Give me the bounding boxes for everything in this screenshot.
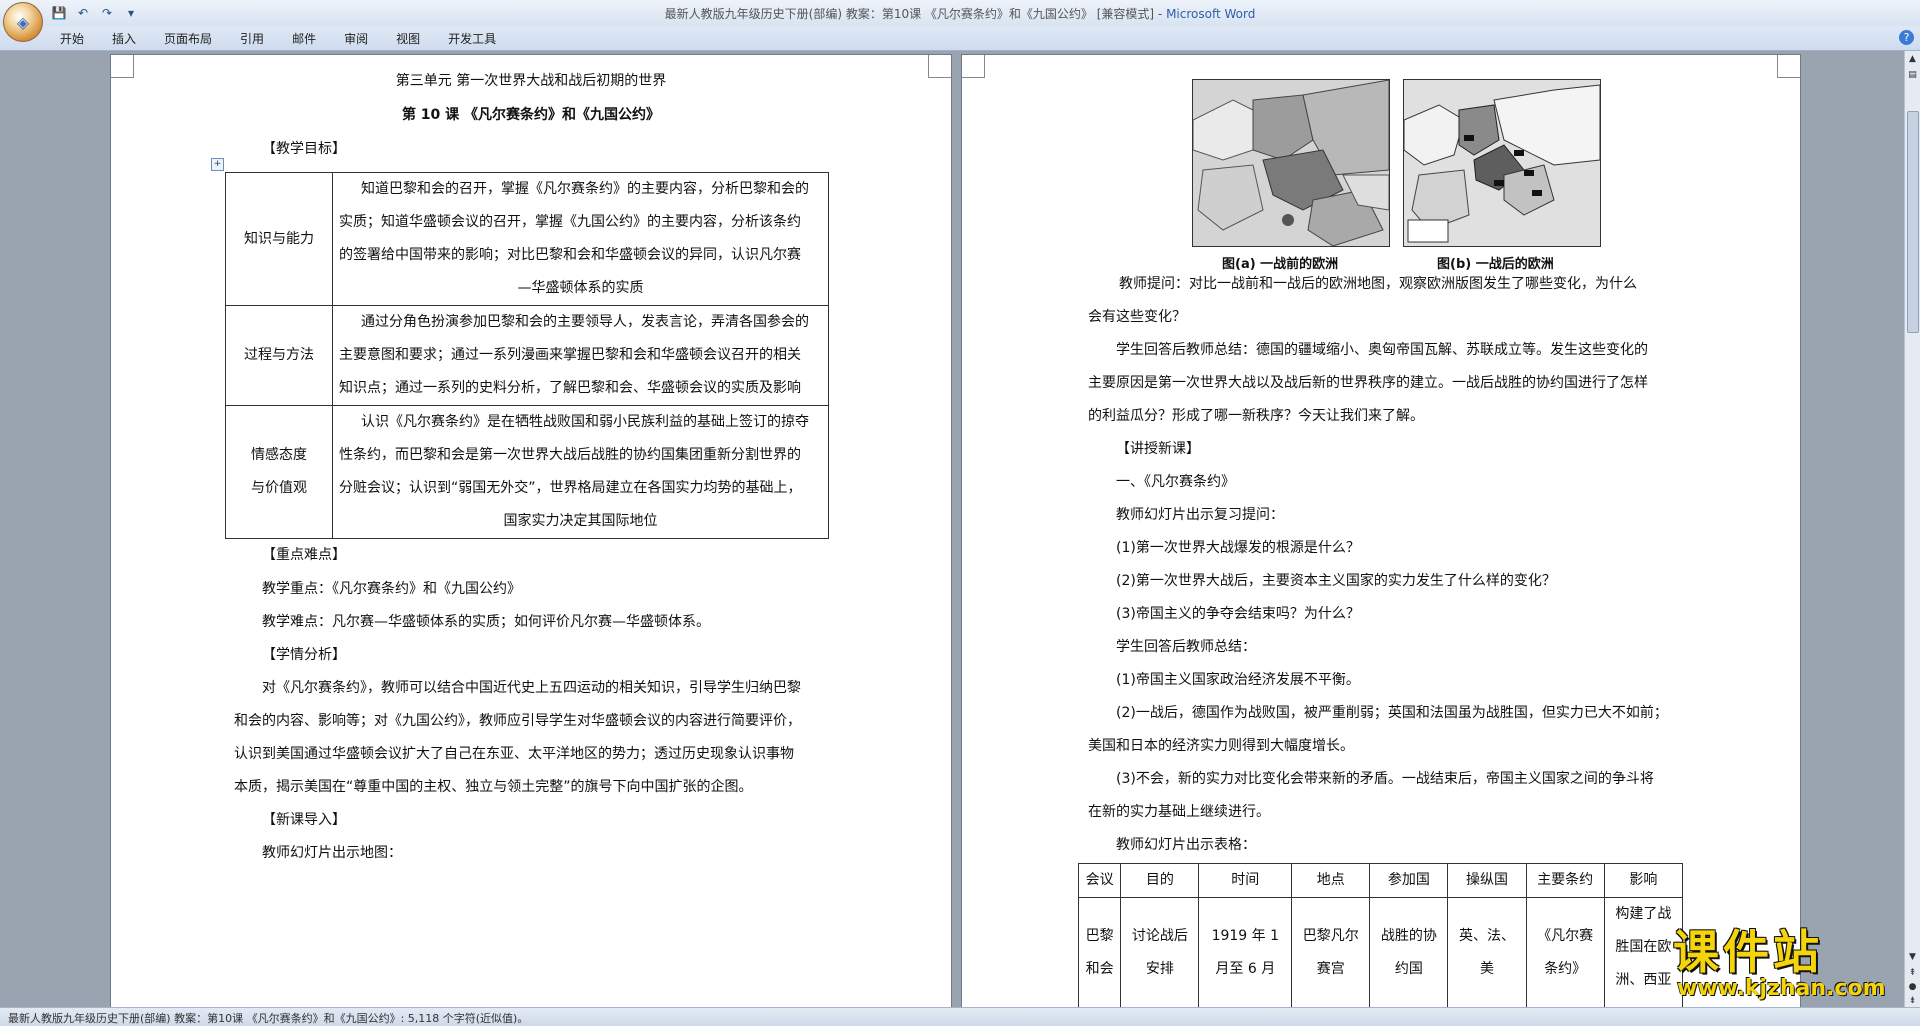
window-title: 最新人教版九年级历史下册(部编) 教案：第10课 《凡尔赛条约》和《九国公约》 …: [664, 7, 1256, 21]
tab-insert[interactable]: 插入: [112, 30, 136, 47]
tab-mailings[interactable]: 邮件: [292, 30, 316, 47]
scrollbar-thumb[interactable]: [1907, 111, 1919, 333]
answer-line: 在新的实力基础上继续进行。: [1088, 804, 1270, 820]
answer-intro: 学生回答后教师总结：: [1116, 639, 1256, 655]
table-header-cell: 操纵国: [1447, 863, 1527, 898]
intro-text: 教师幻灯片出示地图：: [262, 845, 402, 861]
table-row: 情感态度 与价值观 认识《凡尔赛条约》是在牺牲战败国和弱小民族利益的基础上签订的…: [225, 405, 829, 539]
tab-developer[interactable]: 开发工具: [448, 30, 496, 47]
goal-content-cell: 认识《凡尔赛条约》是在牺牲战败国和弱小民族利益的基础上签订的掠夺 性条约，而巴黎…: [332, 405, 829, 539]
summary-line: 学生回答后教师总结：德国的疆域缩小、奥匈帝国瓦解、苏联成立等。发生这些变化的: [1116, 342, 1648, 358]
table-header-cell: 影响: [1603, 863, 1684, 898]
review-question: (2)第一次世界大战后，主要资本主义国家的实力发生了什么样的变化？: [1116, 573, 1556, 589]
section-heading: 一、《凡尔赛条约》: [1116, 474, 1235, 490]
teaching-goals-table: 知识与能力 知道巴黎和会的召开，掌握《凡尔赛条约》的主要内容，分析巴黎和会的 实…: [225, 172, 829, 539]
difficulty-point: 教学难点：凡尔赛—华盛顿体系的实质；如何评价凡尔赛—华盛顿体系。: [262, 614, 710, 630]
table-row: 知识与能力 知道巴黎和会的召开，掌握《凡尔赛条约》的主要内容，分析巴黎和会的 实…: [225, 172, 829, 306]
unit-title: 第三单元 第一次世界大战和战后初期的世界: [395, 73, 667, 89]
review-intro: 教师幻灯片出示复习提问：: [1116, 507, 1284, 523]
table-cell: 《凡尔赛 条约》: [1525, 897, 1605, 1007]
key-point: 教学重点：《凡尔赛条约》和《九国公约》: [262, 581, 521, 597]
question-line: 会有这些变化？: [1088, 309, 1186, 325]
table-cell: 英、法、美: [1447, 897, 1527, 1007]
table-row: 过程与方法 通过分角色扮演参加巴黎和会的主要领导人，发表言论，弄清各国参会的 主…: [225, 305, 829, 406]
table-header-cell: 地点: [1291, 863, 1371, 898]
goal-heading: 【教学目标】: [262, 141, 346, 157]
table-header-cell: 时间: [1198, 863, 1293, 898]
map-europe-before-war: [1192, 79, 1390, 247]
office-button[interactable]: ◈: [3, 2, 43, 42]
document-page-left: 第三单元 第一次世界大战和战后初期的世界 第 10 课 《凡尔赛条约》和《九国公…: [111, 55, 951, 1007]
tab-view[interactable]: 视图: [396, 30, 420, 47]
answer-line: 美国和日本的经济实力则得到大幅度增长。: [1088, 738, 1354, 754]
goal-content-cell: 知道巴黎和会的召开，掌握《凡尔赛条约》的主要内容，分析巴黎和会的 实质；知道华盛…: [332, 172, 829, 306]
goal-label-cell: 知识与能力: [225, 172, 333, 306]
document-workspace: 第三单元 第一次世界大战和战后初期的世界 第 10 课 《凡尔赛条约》和《九国公…: [0, 51, 1905, 1007]
analysis-line: 认识到美国通过华盛顿会议扩大了自己在东亚、太平洋地区的势力；透过历史现象认识事物: [234, 746, 794, 762]
scroll-up-icon[interactable]: ▲: [1906, 53, 1919, 66]
analysis-line: 本质，揭示美国在“尊重中国的主权、独立与领土完整”的旗号下向中国扩张的企图。: [234, 779, 753, 795]
ribbon-tab-bar: 开始 插入 页面布局 引用 邮件 审阅 视图 开发工具 ?: [0, 26, 1920, 51]
table-header-cell: 主要条约: [1525, 863, 1605, 898]
answer-line: (2)一战后，德国作为战败国，被严重削弱；英国和法国虽为战胜国，但实力已大不如前…: [1116, 705, 1668, 721]
table-cell: 战胜的协 约国: [1369, 897, 1449, 1007]
review-question: (3)帝国主义的争夺会结束吗？为什么？: [1116, 606, 1360, 622]
table-cell: 讨论战后 安排: [1120, 897, 1200, 1007]
answer-line: (3)不会，新的实力对比变化会带来新的矛盾。一战结束后，帝国主义国家之间的争斗将: [1116, 771, 1654, 787]
summary-line: 主要原因是第一次世界大战以及战后新的世界秩序的建立。一战后战胜的协约国进行了怎样: [1088, 375, 1648, 391]
margin-mark: [1777, 55, 1800, 78]
goal-label-cell: 情感态度 与价值观: [225, 405, 333, 539]
margin-mark: [962, 55, 985, 78]
analysis-line: 对《凡尔赛条约》，教师可以结合中国近代史上五四运动的相关知识，引导学生归纳巴黎: [262, 680, 801, 696]
analysis-line: 和会的内容、影响等；对《九国公约》，教师应引导学生对华盛顿会议的内容进行简要评价…: [234, 713, 801, 729]
watermark-logo: 课件站 www.kjzhan.com: [1673, 925, 1886, 1001]
table-header-cell: 参加国: [1369, 863, 1449, 898]
intro-heading: 【新课导入】: [262, 812, 346, 828]
summary-line: 的利益瓜分？形成了哪一新秩序？今天让我们来了解。: [1088, 408, 1424, 424]
table-cell: 巴黎 和会: [1077, 897, 1122, 1007]
ruler-toggle-icon[interactable]: ▤: [1906, 69, 1919, 82]
answer-line: (1)帝国主义国家政治经济发展不平衡。: [1116, 672, 1360, 688]
status-bar: 最新人教版九年级历史下册(部编) 教案：第10课 《凡尔赛条约》和《九国公约》:…: [0, 1007, 1920, 1026]
ribbon-tabs: 开始 插入 页面布局 引用 邮件 审阅 视图 开发工具: [60, 30, 524, 47]
tab-references[interactable]: 引用: [240, 30, 264, 47]
vertical-scrollbar[interactable]: ▲ ▤ ▼ ⇞ ● ⇟: [1904, 51, 1920, 1007]
lecture-heading: 【讲授新课】: [1116, 441, 1200, 457]
tab-home[interactable]: 开始: [60, 30, 84, 47]
table-cell: 1919 年 1 月至 6 月: [1198, 897, 1293, 1007]
table-row: 巴黎 和会 讨论战后 安排 1919 年 1 月至 6 月 巴黎凡尔 赛宫 战胜的协 约国…: [1077, 897, 1684, 1007]
tab-page-layout[interactable]: 页面布局: [164, 30, 212, 47]
status-text: 最新人教版九年级历史下册(部编) 教案：第10课 《凡尔赛条约》和《九国公约》:…: [8, 1012, 529, 1025]
goal-content-cell: 通过分角色扮演参加巴黎和会的主要领导人，发表言论，弄清各国参会的 主要意图和要求…: [332, 305, 829, 406]
question-line: 教师提问：对比一战前和一战后的欧洲地图，观察欧洲版图发生了哪些变化，为什么: [1119, 276, 1637, 292]
table-header-row: 会议 目的 时间 地点 参加国 操纵国 主要条约 影响: [1077, 863, 1684, 898]
help-icon[interactable]: ?: [1899, 30, 1914, 45]
review-question: (1)第一次世界大战爆发的根源是什么？: [1116, 540, 1360, 556]
document-page-right: 图(a) 一战前的欧洲 图(b) 一战后的欧洲 教师提问：对比一战前和一战后的欧…: [962, 55, 1800, 1007]
key-heading: 【重点难点】: [262, 547, 346, 563]
table-move-handle[interactable]: +: [211, 158, 224, 171]
title-bar: 💾 ↶ ↷ ▾ 最新人教版九年级历史下册(部编) 教案：第10课 《凡尔赛条约》…: [0, 0, 1920, 26]
map-europe-after-war: [1403, 79, 1601, 247]
table-cell: 构建了战 胜国在欧 洲、西亚: [1603, 897, 1684, 1007]
table-intro: 教师幻灯片出示表格：: [1116, 837, 1256, 853]
conference-table: 会议 目的 时间 地点 参加国 操纵国 主要条约 影响 巴黎 和会 讨论战后 安排 …: [1077, 863, 1684, 1007]
goal-label-cell: 过程与方法: [225, 305, 333, 406]
table-header-cell: 会议: [1077, 863, 1122, 898]
table-header-cell: 目的: [1120, 863, 1200, 898]
tab-review[interactable]: 审阅: [344, 30, 368, 47]
analysis-heading: 【学情分析】: [262, 647, 346, 663]
lesson-title: 第 10 课 《凡尔赛条约》和《九国公约》: [401, 107, 661, 123]
table-cell: 巴黎凡尔 赛宫: [1291, 897, 1371, 1007]
